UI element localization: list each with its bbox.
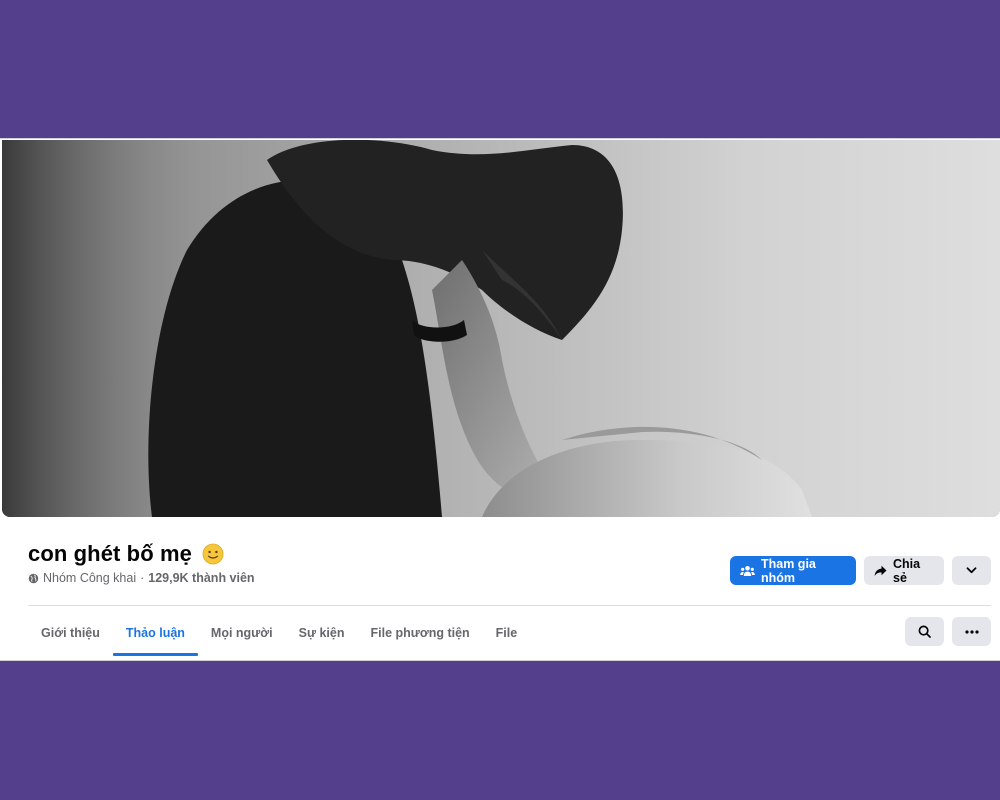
join-group-button[interactable]: Tham gia nhóm (730, 556, 856, 585)
cover-photo[interactable] (2, 140, 1000, 517)
more-button[interactable] (952, 617, 991, 646)
share-arrow-icon (874, 565, 887, 577)
tab-discussion[interactable]: Thảo luận (112, 609, 198, 656)
group-tabs: Giới thiệu Thảo luận Mọi người Sự kiện F… (28, 609, 530, 656)
chevron-down-icon (966, 567, 977, 574)
header-divider (28, 605, 991, 606)
group-people-icon (740, 565, 755, 577)
share-button[interactable]: Chia sẻ (864, 556, 944, 585)
group-header-panel: con ghét bố mẹ Nhóm Công khai · 129,9K t… (0, 138, 1000, 661)
join-group-label: Tham gia nhóm (761, 556, 816, 585)
search-button[interactable] (905, 617, 944, 646)
member-count[interactable]: 129,9K thành viên (148, 571, 254, 585)
privacy-label[interactable]: Nhóm Công khai (43, 571, 136, 585)
share-label: Chia sẻ (893, 556, 921, 585)
globe-icon (28, 573, 39, 584)
search-icon (918, 625, 931, 638)
cover-photo-image (2, 140, 1000, 517)
tab-files[interactable]: File (483, 609, 531, 656)
tab-tools (905, 617, 991, 646)
header-actions: Tham gia nhóm Chia sẻ (730, 556, 991, 585)
tab-people[interactable]: Mọi người (198, 609, 286, 656)
group-title-row: con ghét bố mẹ (28, 537, 224, 571)
more-options-dropdown-button[interactable] (952, 556, 991, 585)
group-meta: Nhóm Công khai · 129,9K thành viên (28, 571, 255, 585)
group-name[interactable]: con ghét bố mẹ (28, 541, 192, 567)
meta-separator: · (140, 571, 145, 585)
tab-events[interactable]: Sự kiện (286, 609, 358, 656)
tab-media[interactable]: File phương tiện (357, 609, 482, 656)
slightly-smiling-face-icon (202, 543, 224, 565)
more-dots-icon (964, 629, 979, 634)
tab-about[interactable]: Giới thiệu (28, 609, 113, 656)
